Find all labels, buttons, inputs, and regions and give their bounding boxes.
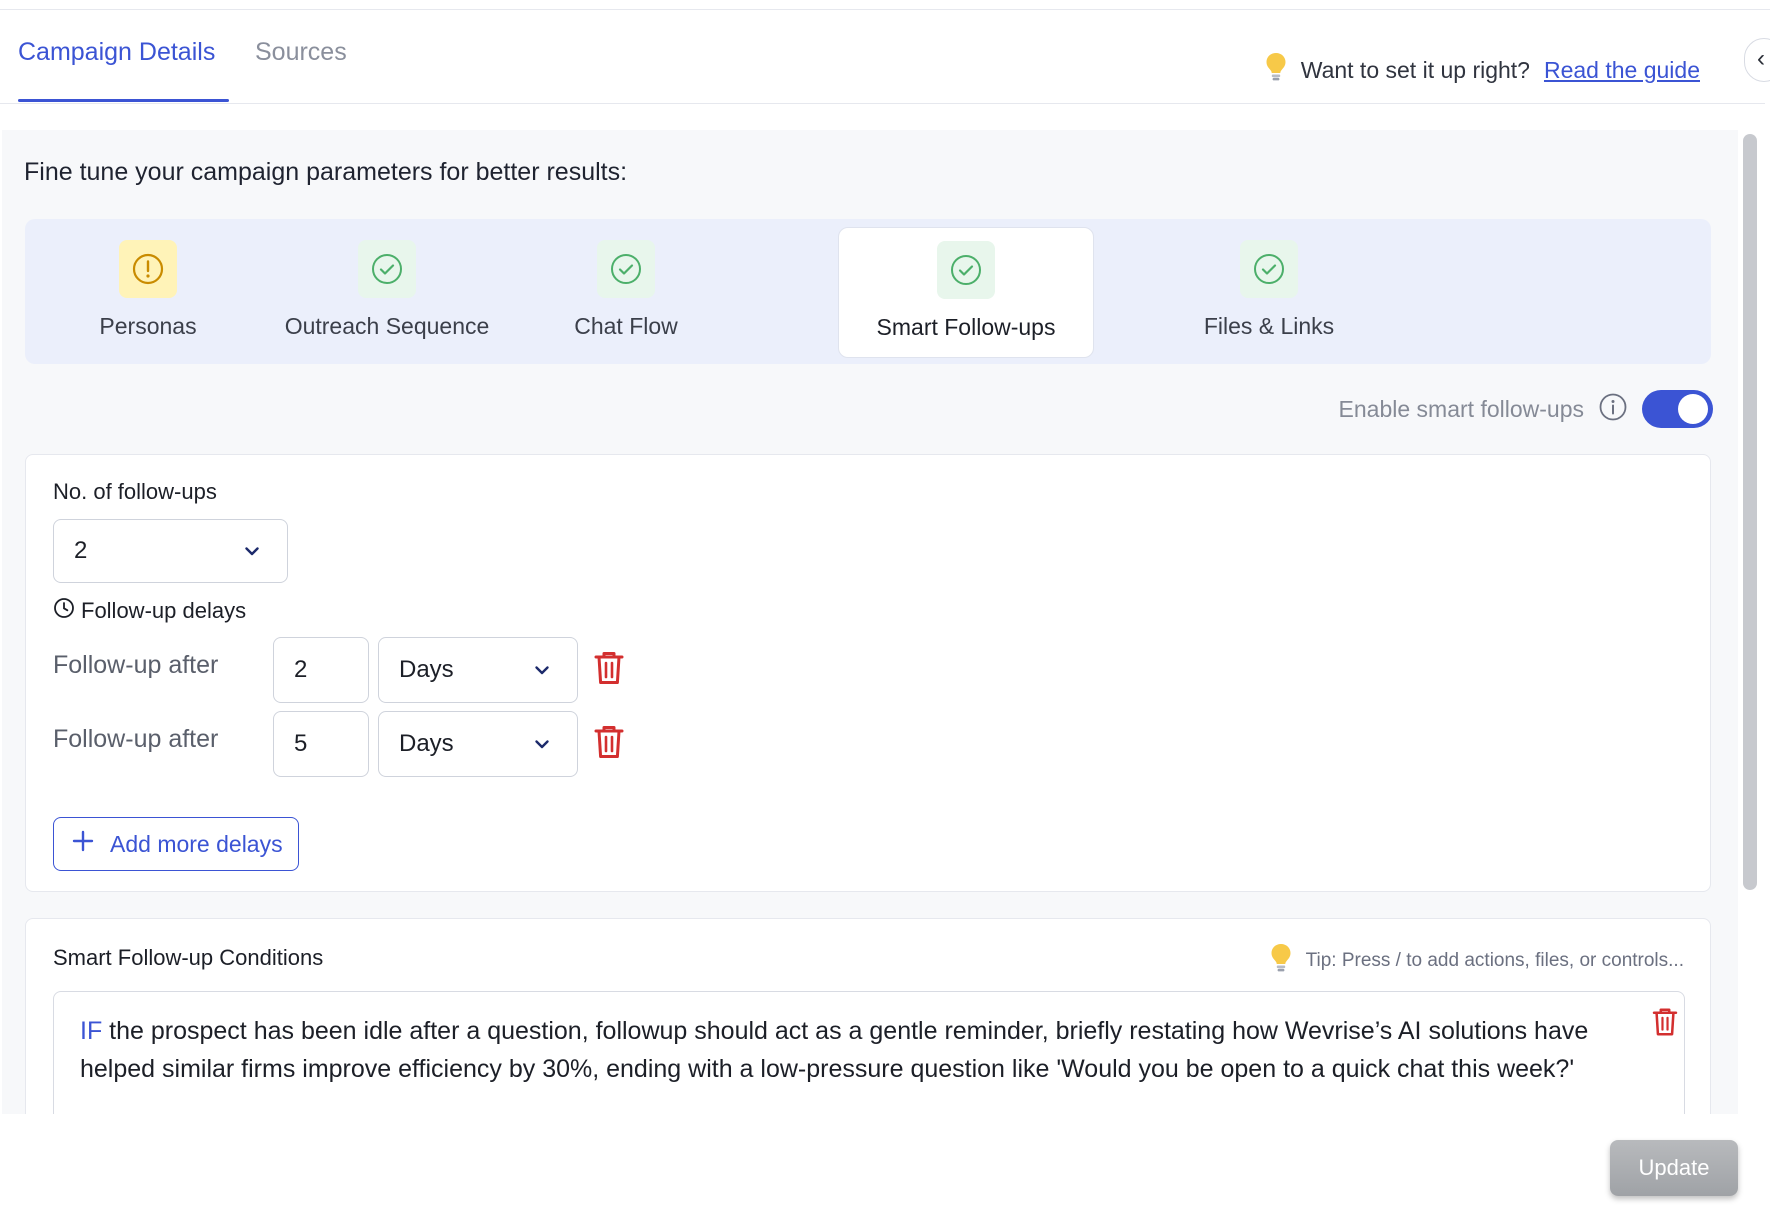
intro-text: Fine tune your campaign parameters for b… bbox=[24, 158, 628, 186]
check-circle-icon bbox=[597, 240, 655, 298]
condition-text[interactable]: IF the prospect has been idle after a qu… bbox=[80, 1012, 1610, 1088]
chevron-down-icon bbox=[243, 542, 261, 565]
read-guide-link[interactable]: Read the guide bbox=[1544, 57, 1700, 84]
delay-value-input[interactable]: 5 bbox=[273, 711, 369, 777]
step-label: Smart Follow-ups bbox=[876, 314, 1056, 340]
add-more-delays-label: Add more delays bbox=[110, 830, 283, 857]
follow-ups-card: No. of follow-ups 2 Follow-up delays Fol… bbox=[25, 454, 1711, 892]
selected-value: 2 bbox=[74, 537, 88, 564]
campaign-settings-panel: Fine tune your campaign parameters for b… bbox=[2, 130, 1738, 1114]
delay-value-input[interactable]: 2 bbox=[273, 637, 369, 703]
follow-ups-count-select[interactable]: 2 bbox=[53, 519, 288, 583]
enable-follow-ups-label: Enable smart follow-ups bbox=[1338, 395, 1584, 422]
info-icon[interactable] bbox=[1598, 392, 1628, 427]
delay-row-label: Follow-up after bbox=[53, 725, 219, 753]
footer-bar bbox=[0, 1114, 1770, 1212]
tab-bar: Campaign Details Sources Want to set it … bbox=[0, 10, 1765, 104]
check-circle-icon bbox=[1240, 240, 1298, 298]
add-more-delays-button[interactable]: Add more delays bbox=[53, 817, 299, 871]
trash-icon[interactable] bbox=[593, 649, 625, 692]
enable-follow-ups-toggle[interactable] bbox=[1642, 390, 1713, 428]
check-circle-icon bbox=[358, 240, 416, 298]
condition-body: the prospect has been idle after a quest… bbox=[80, 1017, 1589, 1083]
check-circle-icon bbox=[937, 241, 995, 299]
chevron-down-icon bbox=[533, 661, 551, 684]
step-chat-flow[interactable]: Chat Flow bbox=[511, 219, 741, 364]
if-keyword: IF bbox=[80, 1017, 103, 1045]
plus-icon bbox=[72, 830, 94, 858]
conditions-tip: Tip: Press / to add actions, files, or c… bbox=[1270, 943, 1684, 979]
step-label: Chat Flow bbox=[574, 313, 678, 339]
lightbulb-icon bbox=[1270, 943, 1292, 979]
delay-unit-select[interactable]: Days bbox=[378, 711, 578, 777]
delay-row-label: Follow-up after bbox=[53, 651, 219, 679]
delay-unit-select[interactable]: Days bbox=[378, 637, 578, 703]
trash-icon[interactable] bbox=[1651, 1006, 1679, 1043]
step-label: Files & Links bbox=[1203, 313, 1335, 339]
lightbulb-icon bbox=[1265, 52, 1287, 88]
guide-hint: Want to set it up right? Read the guide bbox=[1265, 52, 1700, 88]
guide-prompt: Want to set it up right? bbox=[1300, 56, 1530, 83]
warning-icon bbox=[119, 240, 177, 298]
chevron-down-icon bbox=[533, 735, 551, 758]
step-smart-follow-ups[interactable]: Smart Follow-ups bbox=[838, 227, 1094, 358]
step-personas[interactable]: Personas bbox=[33, 219, 263, 364]
selected-value: Days bbox=[399, 730, 454, 757]
enable-follow-ups-row: Enable smart follow-ups bbox=[1339, 390, 1713, 428]
conditions-title: Smart Follow-up Conditions bbox=[53, 945, 324, 970]
condition-editor[interactable]: IF the prospect has been idle after a qu… bbox=[53, 991, 1685, 1114]
trash-icon[interactable] bbox=[593, 723, 625, 766]
step-files-links[interactable]: Files & Links bbox=[1154, 219, 1384, 364]
tip-text: Tip: Press / to add actions, files, or c… bbox=[1305, 950, 1684, 971]
step-label: Personas bbox=[99, 313, 197, 339]
toggle-knob bbox=[1678, 394, 1708, 424]
tab-sources[interactable]: Sources bbox=[255, 38, 347, 67]
clock-icon bbox=[53, 597, 75, 624]
follow-up-conditions-card: Smart Follow-up Conditions Tip: Press / … bbox=[25, 918, 1711, 1114]
active-tab-indicator bbox=[18, 99, 229, 102]
update-button[interactable]: Update bbox=[1610, 1140, 1738, 1196]
step-outreach-sequence[interactable]: Outreach Sequence bbox=[272, 219, 502, 364]
settings-stepper: Personas Outreach Sequence Chat Flow Sma… bbox=[25, 219, 1711, 364]
follow-up-delays-heading: Follow-up delays bbox=[53, 597, 246, 624]
follow-up-delays-label: Follow-up delays bbox=[81, 597, 247, 623]
step-label: Outreach Sequence bbox=[284, 313, 490, 339]
selected-value: Days bbox=[399, 656, 454, 683]
tab-campaign-details[interactable]: Campaign Details bbox=[18, 38, 215, 67]
vertical-scrollbar[interactable] bbox=[1743, 134, 1757, 890]
follow-ups-count-label: No. of follow-ups bbox=[53, 479, 217, 504]
chevron-left-icon: ‹ bbox=[1757, 45, 1765, 72]
